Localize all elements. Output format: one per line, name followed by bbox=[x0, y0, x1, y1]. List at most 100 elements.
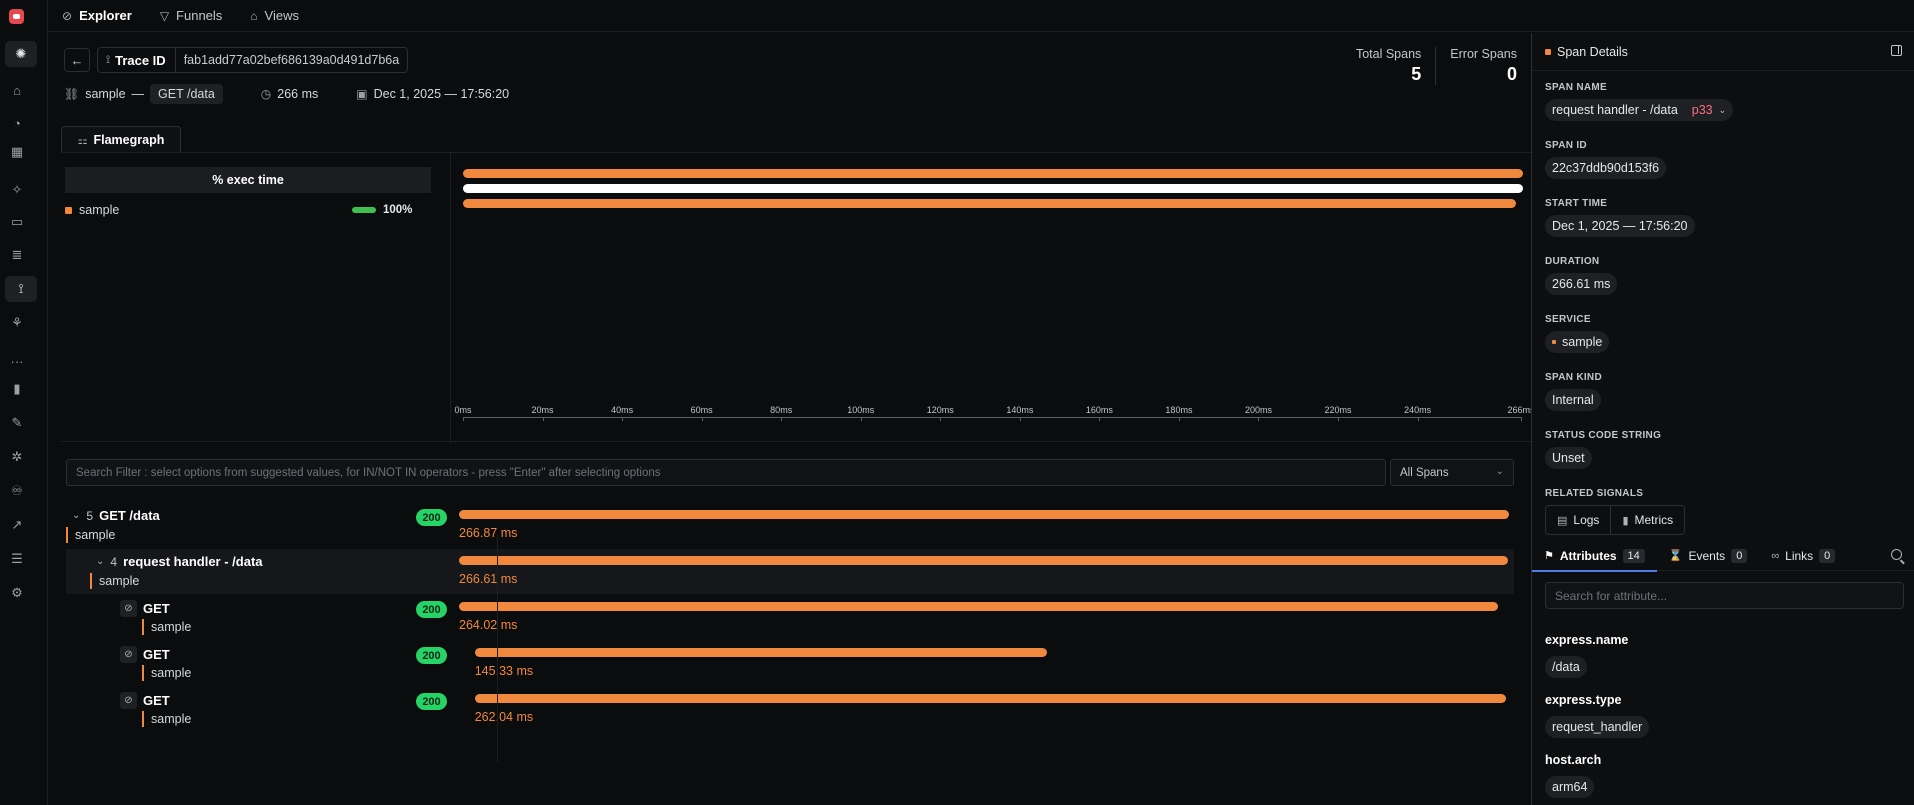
collapse-panel-icon[interactable] bbox=[1891, 45, 1902, 56]
attribute-value[interactable]: request_handler bbox=[1545, 716, 1650, 738]
axis-tick bbox=[1258, 417, 1260, 421]
axis-tick-label: 120ms bbox=[926, 405, 954, 415]
tab-flamegraph[interactable]: ⚏ Flamegraph bbox=[61, 126, 181, 153]
search-icon[interactable] bbox=[1891, 549, 1902, 560]
list-icon[interactable]: ☰ bbox=[9, 551, 25, 567]
trace-id-label-text: Trace ID bbox=[115, 52, 166, 68]
total-spans-label: Total Spans bbox=[1355, 47, 1422, 61]
explore-icon[interactable]: ✺ bbox=[5, 41, 37, 67]
axis-tick-label: 40ms bbox=[611, 405, 634, 415]
home-icon[interactable]: ⌂ bbox=[9, 82, 25, 98]
metrics-icon[interactable]: ▮ bbox=[9, 381, 25, 397]
span-service: sample bbox=[142, 711, 191, 727]
tab-flamegraph-label: Flamegraph bbox=[93, 133, 165, 147]
axis-tick-label: 0ms bbox=[454, 405, 472, 415]
tab-attributes[interactable]: ⚑ Attributes 14 bbox=[1532, 541, 1657, 572]
logs-label: Logs bbox=[1573, 513, 1600, 527]
span-id-value[interactable]: 22c37ddb90d153f6 bbox=[1545, 157, 1667, 179]
tab-events[interactable]: ⌛ Events 0 bbox=[1657, 541, 1760, 571]
related-signals: ▤ Logs ▮ Metrics bbox=[1545, 505, 1686, 535]
span-duration-label: 145.33 ms bbox=[474, 664, 534, 678]
span-service: sample bbox=[142, 665, 191, 681]
status-code-badge: 200 bbox=[416, 601, 447, 618]
span-duration-bar[interactable] bbox=[459, 602, 1498, 611]
chart-icon[interactable]: ↗ bbox=[9, 517, 25, 533]
status-value: Unset bbox=[1545, 447, 1592, 469]
start-time-label: START TIME bbox=[1545, 198, 1608, 209]
app-logo-icon[interactable] bbox=[9, 9, 24, 24]
attribute-value[interactable]: arm64 bbox=[1545, 776, 1595, 798]
axis-tick bbox=[1521, 417, 1522, 421]
sparkle-icon[interactable]: ✧ bbox=[9, 182, 25, 198]
span-kind-field: SPAN KIND Internal bbox=[1545, 372, 1602, 411]
exceptions-icon[interactable]: ✲ bbox=[9, 449, 25, 465]
span-details-panel: Span Details SPAN NAME request handler -… bbox=[1531, 33, 1914, 805]
span-row[interactable]: ⌄ 5 GET /data sample 200 266.87 ms bbox=[66, 503, 1514, 548]
attribute-value[interactable]: /data bbox=[1545, 656, 1587, 678]
chevron-down-icon[interactable]: ⌄ bbox=[72, 510, 80, 521]
details-tabs: ⚑ Attributes 14 ⌛ Events 0 ∞ Links 0 bbox=[1532, 541, 1914, 572]
attribute-search-input[interactable]: Search for attribute... bbox=[1545, 582, 1904, 609]
axis-tick bbox=[940, 417, 942, 421]
service-field: SERVICE sample bbox=[1545, 314, 1610, 353]
exec-service-row: sample 100% bbox=[65, 202, 415, 218]
span-row[interactable]: ⊘ GET sample 200 262.04 ms bbox=[66, 687, 1514, 732]
axis-tick-label: 100ms bbox=[847, 405, 875, 415]
binoculars-icon[interactable]: ♾ bbox=[9, 483, 25, 499]
total-spans-value: 5 bbox=[1411, 64, 1422, 84]
span-name-value[interactable]: request handler - /data p33 ⌄ bbox=[1545, 99, 1734, 121]
tab-attributes-count: 14 bbox=[1622, 548, 1645, 563]
flamegraph-bar[interactable] bbox=[463, 169, 1523, 178]
funnel-icon: ▽ bbox=[159, 8, 170, 23]
span-duration-bar[interactable] bbox=[474, 694, 1506, 703]
flamegraph-bar[interactable] bbox=[463, 184, 1523, 193]
dashboards-icon[interactable]: ▦ bbox=[9, 144, 25, 160]
logs-icon[interactable]: ≣ bbox=[9, 247, 25, 263]
span-duration-label: 264.02 ms bbox=[459, 618, 518, 632]
span-name-tag: p33 bbox=[1691, 103, 1713, 117]
span-name: ⊘ GET bbox=[120, 646, 170, 663]
services-icon[interactable]: ⚘ bbox=[9, 315, 25, 331]
trace-id-value[interactable]: fab1add77a02bef686139a0d491d7b6a bbox=[176, 53, 408, 67]
duration-field: DURATION 266.61 ms bbox=[1545, 256, 1618, 295]
logs-button[interactable]: ▤ Logs bbox=[1546, 506, 1610, 534]
span-name-text: GET bbox=[143, 601, 170, 616]
span-duration-bar[interactable] bbox=[474, 648, 1047, 657]
status-code-badge: 200 bbox=[416, 647, 447, 664]
span-scope-select[interactable]: All Spans ⌄ bbox=[1390, 459, 1514, 486]
alerts-icon[interactable]: ◔ bbox=[9, 115, 25, 131]
axis-tick-label: 160ms bbox=[1085, 405, 1113, 415]
inbox-icon[interactable]: ▭ bbox=[9, 214, 25, 230]
span-service: sample bbox=[90, 573, 139, 589]
flamegraph-bar[interactable] bbox=[463, 199, 1516, 208]
integrations-icon[interactable]: ✎ bbox=[9, 415, 25, 431]
span-name-text: request handler - /data bbox=[1552, 103, 1678, 117]
more-icon[interactable]: ··· bbox=[9, 353, 25, 369]
trace-id-label: ⟟ Trace ID bbox=[98, 48, 176, 72]
span-id-field: SPAN ID 22c37ddb90d153f6 bbox=[1545, 140, 1667, 179]
axis-tick bbox=[1099, 417, 1101, 421]
span-row[interactable]: ⊘ GET sample 200 145.33 ms bbox=[66, 641, 1514, 686]
service-label: SERVICE bbox=[1545, 314, 1591, 325]
search-filter-input[interactable]: Search Filter : select options from sugg… bbox=[66, 459, 1386, 486]
axis-tick-label: 20ms bbox=[531, 405, 554, 415]
metrics-button[interactable]: ▮ Metrics bbox=[1610, 506, 1684, 534]
exec-service-name: sample bbox=[79, 203, 120, 217]
settings-icon[interactable]: ⚙ bbox=[9, 585, 25, 601]
span-duration-bar[interactable] bbox=[459, 556, 1508, 565]
span-child-count: 5 bbox=[86, 508, 94, 523]
service-color-dot bbox=[65, 206, 72, 214]
span-row[interactable]: ⌄ 4 request handler - /data sample 266.61 ms bbox=[66, 549, 1514, 594]
traces-icon[interactable]: ⟟ bbox=[5, 276, 37, 302]
tab-views[interactable]: ⌂ Views bbox=[250, 8, 299, 23]
axis-tick bbox=[860, 417, 862, 421]
tab-explorer[interactable]: ⊘ Explorer bbox=[62, 8, 132, 23]
tab-links[interactable]: ∞ Links 0 bbox=[1759, 541, 1847, 571]
back-button[interactable]: ← bbox=[64, 48, 90, 72]
attribute-item: express.type request_handler bbox=[1545, 693, 1650, 738]
left-rail: ✺ ⌂ ◔ ▦ ✧ ▭ ≣ ⟟ ⚘ ··· ▮ ✎ ✲ ♾ ↗ ☰ ⚙ bbox=[0, 0, 48, 805]
tab-funnels[interactable]: ▽ Funnels bbox=[160, 8, 222, 23]
span-row[interactable]: ⊘ GET sample 200 264.02 ms bbox=[66, 595, 1514, 640]
chevron-down-icon[interactable]: ⌄ bbox=[96, 556, 104, 567]
span-duration-bar[interactable] bbox=[459, 510, 1509, 519]
